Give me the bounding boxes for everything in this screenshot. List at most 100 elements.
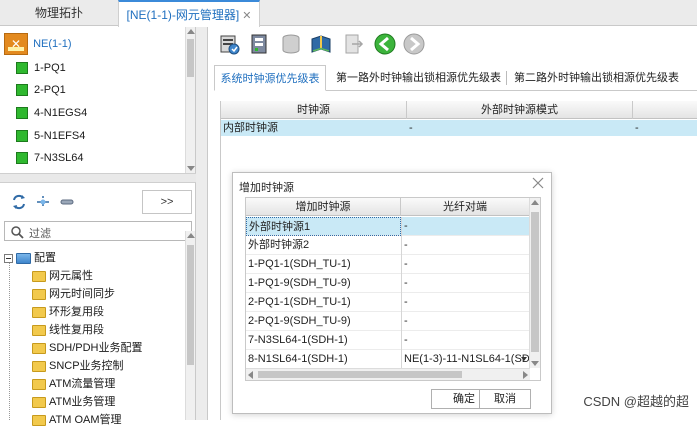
dropdown-value: NE(1-3)-11-N1SL64-1(SDH-1)	[404, 353, 530, 365]
tree-item-atm-oam[interactable]: ATM OAM管理	[32, 411, 122, 429]
book-icon[interactable]	[308, 31, 334, 57]
dialog-title: 增加时钟源	[239, 182, 294, 194]
tree-item-label: 环形复用段	[49, 306, 104, 318]
tree-item-config[interactable]: 配置	[4, 249, 56, 267]
table-cell: -	[635, 122, 639, 134]
folder-icon	[32, 414, 46, 426]
scroll-thumb[interactable]	[187, 39, 194, 77]
function-tree-panel: >> 过滤 配置 网元属性 网元时间同步 环形复用段 线性复用段 SDH/PDH…	[0, 183, 196, 426]
table-row[interactable]: 外部时钟源1 -	[246, 217, 530, 236]
table-row[interactable]: 外部时钟源2 -	[246, 236, 530, 255]
link-icon[interactable]	[58, 193, 76, 211]
board-label: 2-PQ1	[34, 84, 66, 97]
close-icon[interactable]	[531, 176, 545, 190]
tree-guide-line	[9, 257, 10, 420]
column-header-add-clock-source[interactable]: 增加时钟源	[246, 198, 401, 216]
back-arrow-icon[interactable]	[372, 31, 398, 57]
tree-item-atm-service[interactable]: ATM业务管理	[32, 393, 115, 411]
column-header-ext-clock-mode[interactable]: 外部时钟源模式	[407, 101, 633, 119]
cancel-button[interactable]: 取消	[479, 389, 531, 409]
tree-item-label: SNCP业务控制	[49, 360, 124, 372]
table-cell: 外部时钟源2	[248, 239, 310, 251]
table-cell: -	[401, 293, 530, 312]
scroll-left-icon[interactable]	[248, 371, 253, 379]
table-row[interactable]: 2-PQ1-1(SDH_TU-1) -	[246, 293, 530, 312]
clock-source-candidate-table: 增加时钟源 光纤对端 外部时钟源1 - 外部时钟源2 - 1-PQ1-1(SDH…	[245, 197, 541, 381]
table-cell: 2-PQ1-1(SDH_TU-1)	[248, 296, 351, 308]
collapse-icon[interactable]	[4, 253, 13, 263]
board-config-icon[interactable]	[246, 31, 272, 57]
tree-item-label: ATM流量管理	[49, 378, 116, 390]
tab-physical-topology[interactable]: 物理拓扑	[0, 0, 118, 26]
watermark: CSDN @超越的超	[583, 394, 689, 409]
query-board-icon[interactable]	[216, 31, 242, 57]
tab-label: [NE(1-1)-网元管理器]	[126, 8, 240, 22]
tree-item-board[interactable]: 4-N1EGS4	[16, 102, 87, 124]
scroll-right-icon[interactable]	[523, 371, 528, 379]
horizontal-splitter[interactable]	[0, 173, 196, 183]
board-icon	[16, 107, 28, 120]
tree-item-ne-attributes[interactable]: 网元属性	[32, 267, 93, 285]
table-cell: 7-N3SL64-1(SDH-1)	[248, 334, 348, 346]
fiber-peer-dropdown[interactable]: NE(1-3)-11-N1SL64-1(SDH-1)	[401, 350, 530, 369]
dialog-table-vscrollbar[interactable]	[529, 198, 540, 368]
tree-item-linear-msp[interactable]: 线性复用段	[32, 321, 104, 339]
tab-ext-clock-2-priority[interactable]: 第二路外时钟输出锁相源优先级表	[514, 65, 679, 91]
tree-item-board[interactable]: 2-PQ1	[16, 79, 66, 101]
scroll-thumb[interactable]	[258, 371, 462, 378]
filter-placeholder: 过滤	[29, 228, 51, 240]
table-row[interactable]: 2-PQ1-9(SDH_TU-9) -	[246, 312, 530, 331]
scroll-up-icon[interactable]	[187, 233, 195, 238]
folder-icon	[32, 288, 46, 300]
vertical-splitter[interactable]	[196, 27, 208, 420]
tab-ne-manager[interactable]: [NE(1-1)-网元管理器] ✕	[118, 0, 260, 27]
table-row[interactable]: 1-PQ1-1(SDH_TU-1) -	[246, 255, 530, 274]
board-icon	[16, 84, 28, 97]
tab-ext-clock-1-priority[interactable]: 第一路外时钟输出锁相源优先级表	[336, 65, 501, 91]
tab-system-clock-priority[interactable]: 系统时钟源优先级表	[214, 65, 326, 91]
scroll-up-icon[interactable]	[187, 29, 195, 34]
tree-item-ne-time-sync[interactable]: 网元时间同步	[32, 285, 115, 303]
scroll-thumb[interactable]	[187, 245, 194, 365]
subtab-label: 系统时钟源优先级表	[220, 73, 320, 85]
column-header-fiber-peer[interactable]: 光纤对端	[401, 198, 530, 216]
collapse-all-icon[interactable]	[34, 193, 52, 211]
subtab-label: 第一路外时钟输出锁相源优先级表	[336, 72, 501, 84]
tree-item-label: 线性复用段	[49, 324, 104, 336]
scroll-down-icon[interactable]	[187, 166, 195, 171]
tree-scrollbar[interactable]	[185, 27, 195, 173]
forward-arrow-icon	[403, 33, 425, 55]
close-icon[interactable]: ✕	[242, 10, 251, 22]
tab-label: 物理拓扑	[34, 6, 83, 20]
scroll-up-icon[interactable]	[531, 200, 539, 205]
table-row[interactable]: 8-N1SL64-1(SDH-1) NE(1-3)-11-N1SL64-1(SD…	[246, 350, 530, 369]
folder-icon	[32, 378, 46, 390]
table-row[interactable]: 1-PQ1-9(SDH_TU-9) -	[246, 274, 530, 293]
tree-item-ring-msp[interactable]: 环形复用段	[32, 303, 104, 321]
tree-item-label: ATM OAM管理	[49, 414, 122, 426]
add-clock-source-dialog: 增加时钟源 增加时钟源 光纤对端 外部时钟源1 - 外部时钟源2 - 1-PQ1…	[232, 172, 552, 414]
main-tab-strip: 物理拓扑 [NE(1-1)-网元管理器] ✕	[0, 0, 697, 27]
tree-item-atm-traffic[interactable]: ATM流量管理	[32, 375, 115, 393]
column-header-clock-source[interactable]: 时钟源	[221, 101, 407, 119]
function-tree-scrollbar[interactable]	[185, 231, 195, 420]
tree-item-sncp-control[interactable]: SNCP业务控制	[32, 357, 124, 375]
dialog-table-hscrollbar[interactable]	[246, 368, 530, 380]
tree-item-ne-root[interactable]: NE(1-1)	[4, 33, 72, 56]
tree-item-board[interactable]: 7-N3SL64	[16, 147, 84, 169]
refresh-icon[interactable]	[10, 193, 28, 211]
scroll-thumb[interactable]	[531, 212, 539, 352]
table-cell: 8-N1SL64-1(SDH-1)	[248, 353, 348, 365]
filter-input[interactable]: 过滤	[4, 221, 192, 241]
expand-button[interactable]: >>	[142, 190, 192, 214]
tree-item-sdh-pdh-service[interactable]: SDH/PDH业务配置	[32, 339, 143, 357]
chevron-down-icon[interactable]	[521, 357, 527, 361]
tree-item-board[interactable]: 5-N1EFS4	[16, 125, 85, 147]
scroll-down-icon[interactable]	[531, 361, 539, 366]
table-cell: -	[401, 236, 530, 255]
table-row[interactable]: 7-N3SL64-1(SDH-1) -	[246, 331, 530, 350]
table-row[interactable]: 内部时钟源 - -	[221, 120, 697, 136]
tree-item-board[interactable]: 1-PQ1	[16, 57, 66, 79]
table-cell: -	[401, 217, 530, 236]
table-cell: 1-PQ1-9(SDH_TU-9)	[248, 277, 351, 289]
